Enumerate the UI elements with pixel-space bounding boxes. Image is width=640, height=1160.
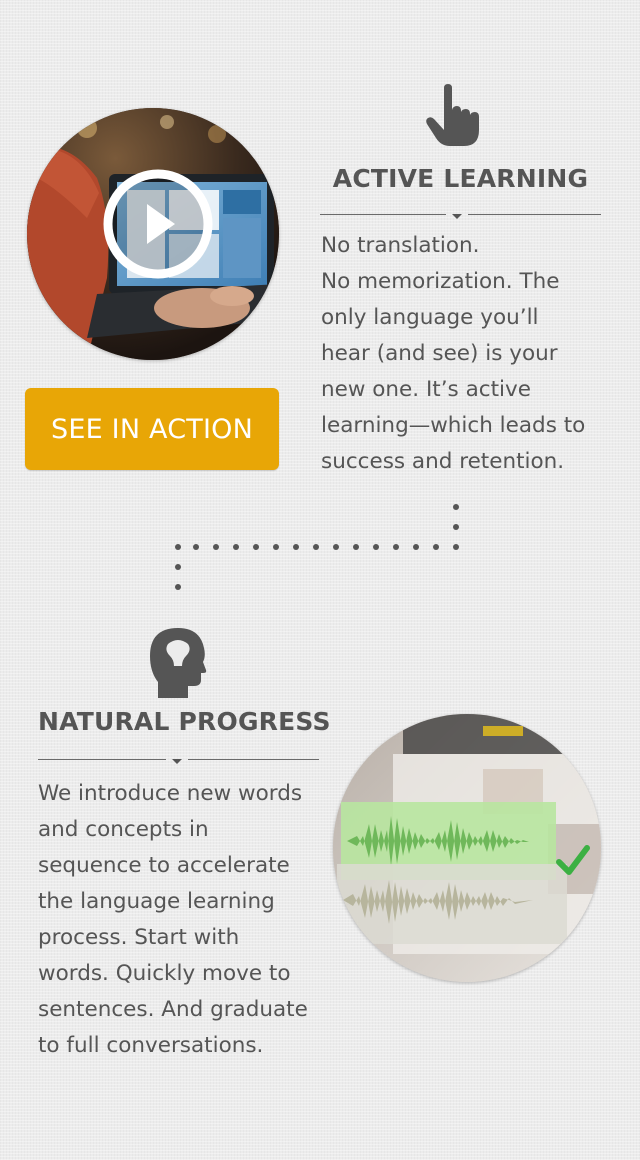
text-line: words. Quickly move to [38, 961, 291, 986]
section-divider [320, 209, 601, 221]
text-line: sentences. And graduate [38, 997, 308, 1022]
text-line: hear (and see) is your [321, 341, 558, 366]
text-line: the language learning [38, 889, 275, 914]
see-in-action-button[interactable]: SEE IN ACTION [25, 388, 279, 470]
section-divider [38, 754, 319, 766]
natural-progress-title: NATURAL PROGRESS [38, 707, 331, 736]
text-line: No translation. [321, 233, 480, 258]
text-line: No memorization. The [321, 269, 560, 294]
video-thumbnail[interactable] [27, 108, 279, 360]
active-learning-title: ACTIVE LEARNING [332, 164, 589, 193]
text-line: We introduce new words [38, 781, 303, 806]
pointer-hand-icon [424, 84, 486, 148]
head-profile-icon [148, 626, 208, 698]
text-line: sequence to accelerate [38, 853, 290, 878]
active-learning-description: No translation. No memorization. The onl… [321, 228, 621, 480]
natural-progress-description: We introduce new words and concepts in s… [38, 776, 338, 1064]
text-line: success and retention. [321, 449, 565, 474]
text-line: to full conversations. [38, 1033, 264, 1058]
text-line: and concepts in [38, 817, 209, 842]
text-line: process. Start with [38, 925, 240, 950]
text-line: learning—which leads to [321, 413, 586, 438]
text-line: only language you’ll [321, 305, 539, 330]
speech-waveform-image [333, 714, 601, 982]
text-line: new one. It’s active [321, 377, 531, 402]
